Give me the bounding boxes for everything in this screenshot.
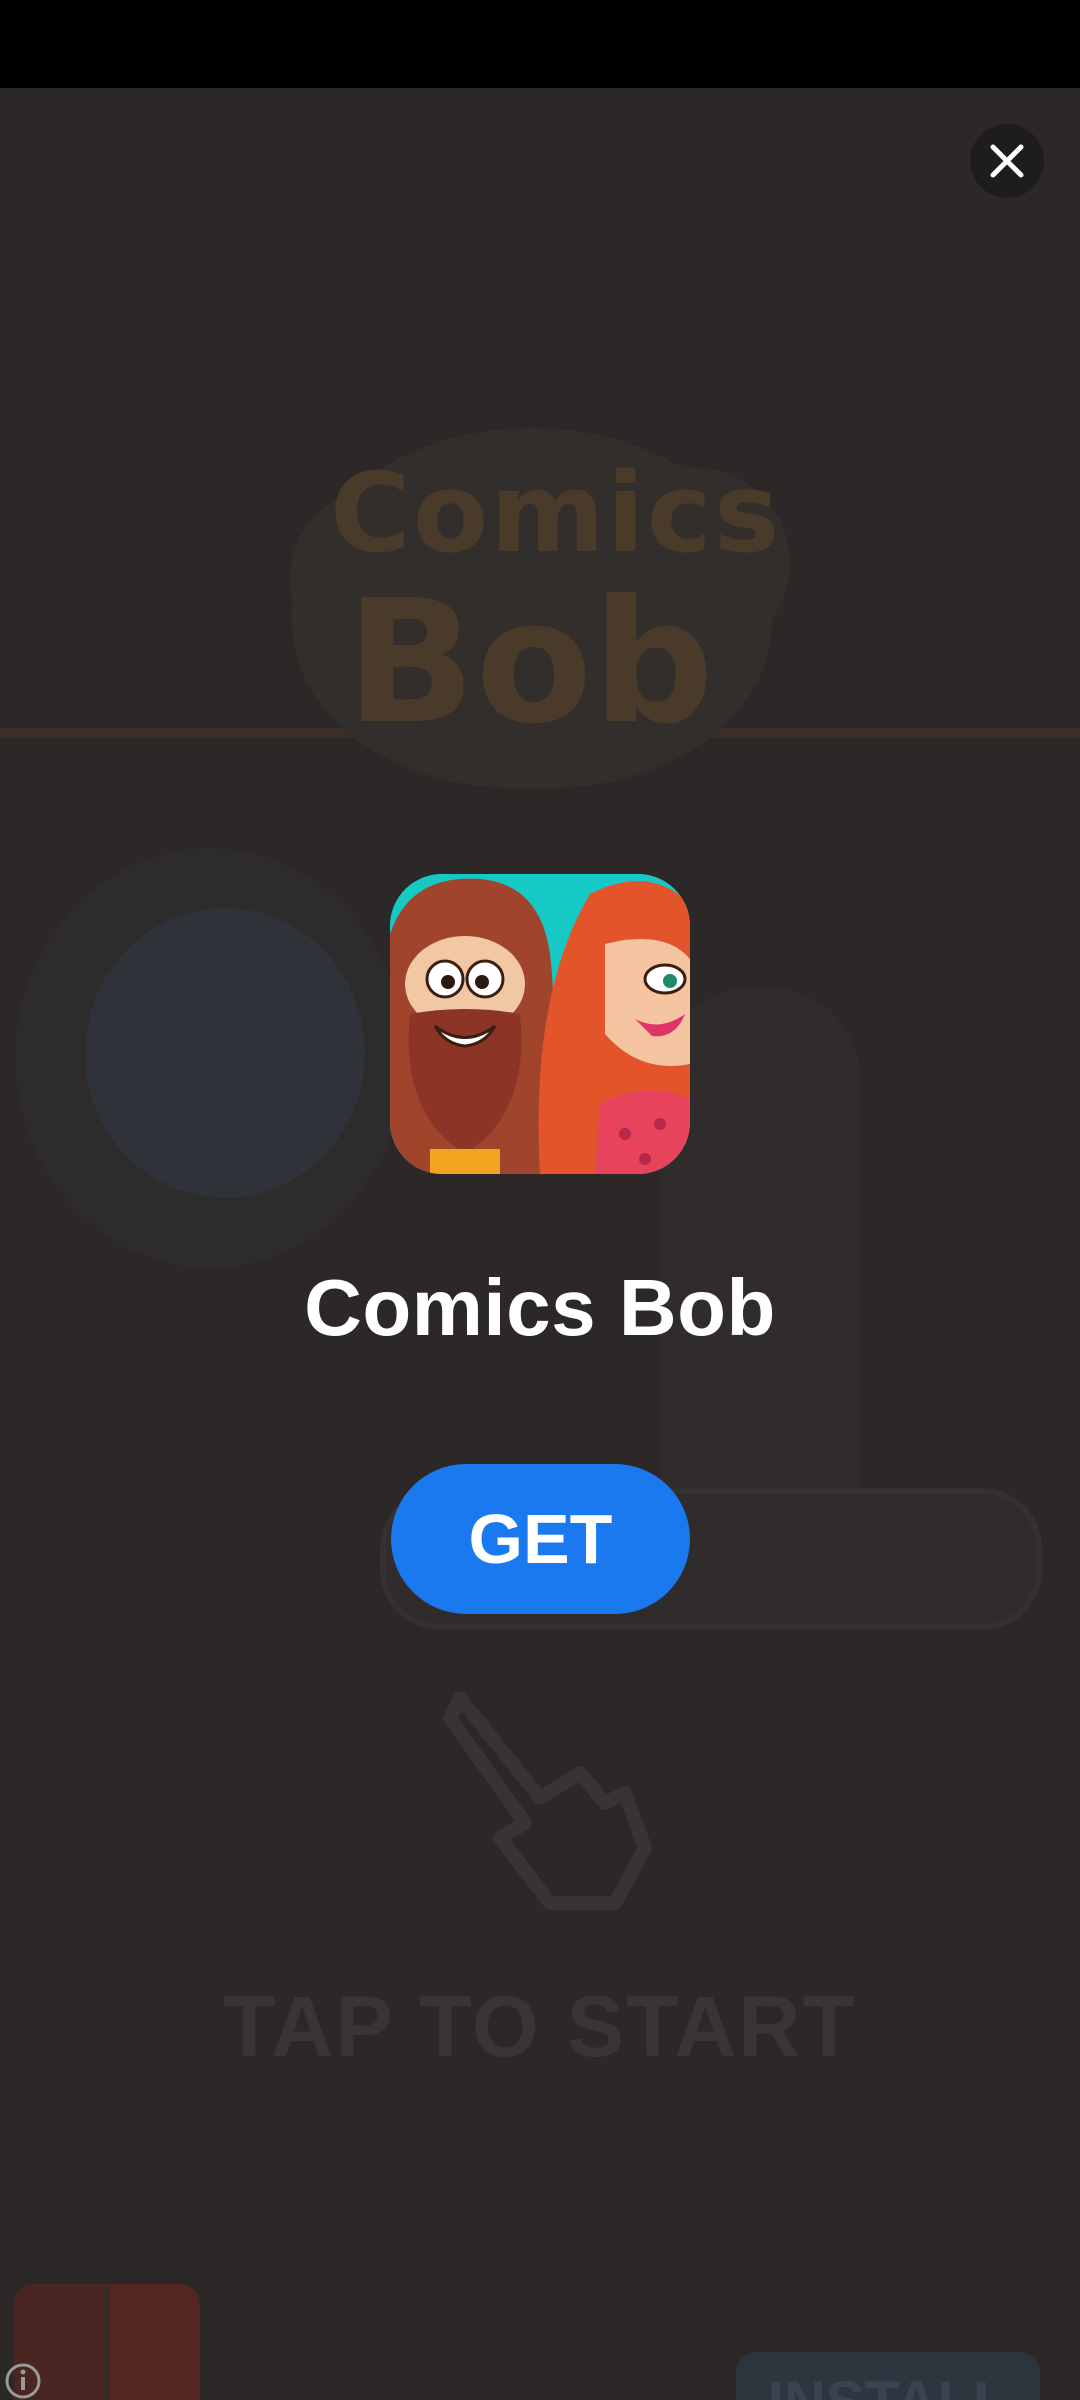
background-logo-line1: Comics (330, 449, 782, 577)
info-icon[interactable] (4, 2362, 42, 2400)
background-install-button: INSTALL (736, 2352, 1040, 2400)
status-bar (0, 0, 1080, 88)
app-icon-artwork (390, 874, 690, 1174)
ad-screen: Comics Bob TAP TO START INSTALL (0, 0, 1080, 2400)
app-title: Comics Bob (304, 1263, 776, 1352)
background-game-scene: Comics Bob TAP TO START INSTALL (0, 88, 1080, 2400)
background-round-window (85, 908, 365, 1198)
close-icon (990, 144, 1024, 178)
get-button[interactable]: GET (391, 1464, 690, 1614)
pointing-hand-icon (443, 1691, 652, 1910)
background-logo-line2: Bob (345, 564, 715, 762)
app-icon[interactable] (390, 874, 690, 1174)
tap-to-start-text: TAP TO START (223, 1979, 857, 2075)
background-app-icon-right (110, 2284, 200, 2400)
background-game-logo: Comics Bob (330, 449, 782, 762)
close-button[interactable] (970, 124, 1044, 198)
